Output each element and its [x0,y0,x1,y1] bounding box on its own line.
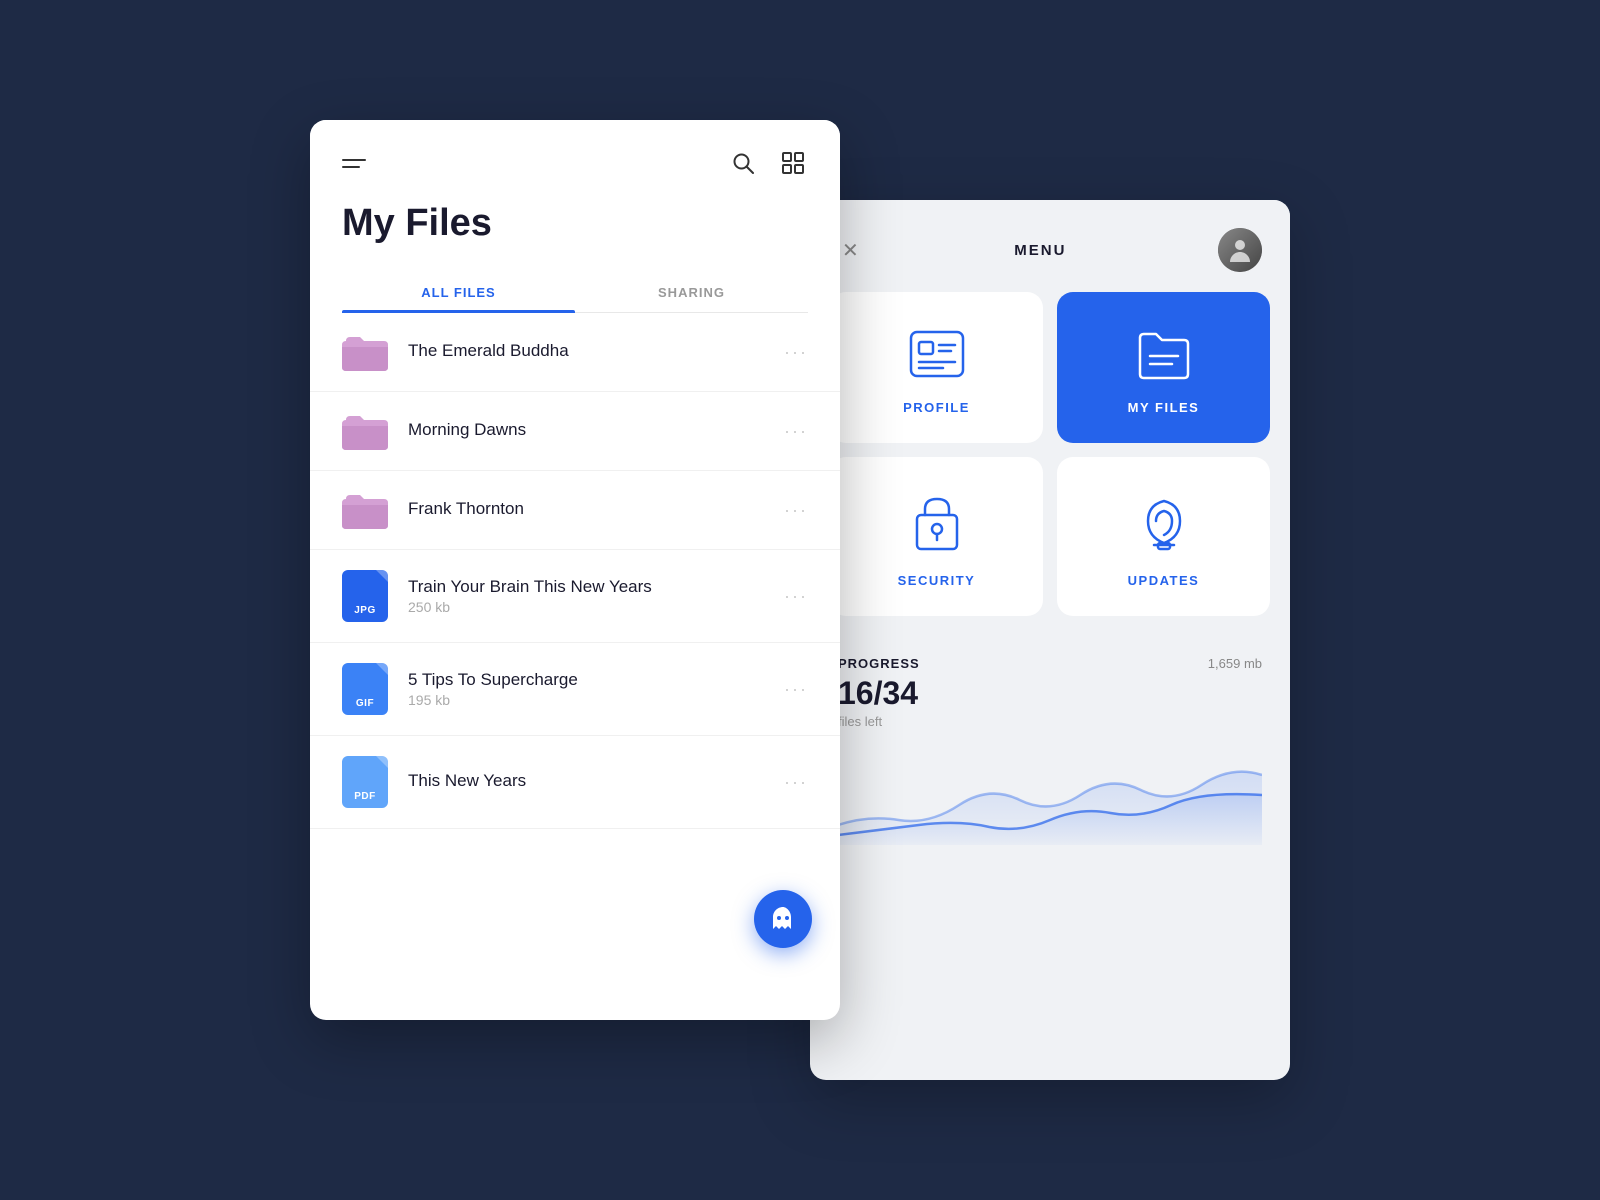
progress-count: 16/34 [838,675,1262,712]
menu-card-profile[interactable]: PROFILE [830,292,1043,443]
page-title: My Files [342,202,808,245]
tab-sharing[interactable]: SHARING [575,273,808,312]
file-info: 5 Tips To Supercharge 195 kb [408,670,784,708]
ghost-fab[interactable] [754,890,812,948]
file-badge-jpg: JPG [342,570,388,622]
list-item[interactable]: JPG Train Your Brain This New Years 250 … [310,550,840,643]
file-name: The Emerald Buddha [408,341,784,361]
file-size: 195 kb [408,692,784,708]
progress-sub: files left [838,714,1262,729]
badge-label: JPG [354,605,376,616]
folder-icon [342,333,388,371]
more-options[interactable]: ··· [784,679,808,700]
avatar-image [1226,236,1254,264]
search-button[interactable] [728,148,758,178]
more-options[interactable]: ··· [784,421,808,442]
progress-label: PROGRESS [838,656,920,671]
menu-grid: PROFILE MY FILES [810,292,1290,636]
list-item[interactable]: GIF 5 Tips To Supercharge 195 kb ··· [310,643,840,736]
chart-svg [838,745,1262,845]
file-name: This New Years [408,771,784,791]
tab-bar: ALL FILES SHARING [342,273,808,313]
file-info: Train Your Brain This New Years 250 kb [408,577,784,615]
myfiles-icon [1134,328,1194,380]
folder-icon [342,491,388,529]
profile-icon [907,328,967,380]
more-options[interactable]: ··· [784,500,808,521]
file-name: Frank Thornton [408,499,784,519]
menu-card-myfiles[interactable]: MY FILES [1057,292,1270,443]
more-options[interactable]: ··· [784,342,808,363]
menu-card-label: PROFILE [903,400,970,415]
badge-label: PDF [354,791,376,802]
menu-panel: ✕ MENU [810,200,1290,1080]
progress-chart [838,745,1262,845]
close-button[interactable]: ✕ [838,234,863,267]
file-info: Morning Dawns [408,420,784,442]
file-name: Train Your Brain This New Years [408,577,784,597]
progress-section: PROGRESS 1,659 mb 16/34 files left [810,636,1290,865]
menu-card-updates[interactable]: UPDATES [1057,457,1270,616]
file-info: Frank Thornton [408,499,784,521]
list-item[interactable]: The Emerald Buddha ··· [310,313,840,392]
list-item[interactable]: Frank Thornton ··· [310,471,840,550]
menu-card-security[interactable]: SECURITY [830,457,1043,616]
menu-header: ✕ MENU [810,200,1290,292]
file-info: This New Years [408,771,784,793]
file-size: 250 kb [408,599,784,615]
file-badge-pdf: PDF [342,756,388,808]
menu-card-label: MY FILES [1128,400,1200,415]
hamburger-menu[interactable] [342,159,366,168]
tab-all-files[interactable]: ALL FILES [342,273,575,312]
menu-card-label: SECURITY [898,573,976,588]
files-panel: My Files ALL FILES SHARING The Emerald B… [310,120,840,1020]
file-badge-gif: GIF [342,663,388,715]
list-item[interactable]: Morning Dawns ··· [310,392,840,471]
menu-title: MENU [1014,242,1066,259]
ghost-icon [769,905,797,933]
progress-size: 1,659 mb [1208,656,1262,671]
more-options[interactable]: ··· [784,586,808,607]
avatar [1218,228,1262,272]
file-name: Morning Dawns [408,420,784,440]
updates-icon [1136,493,1192,553]
file-name: 5 Tips To Supercharge [408,670,784,690]
files-list: The Emerald Buddha ··· Morning Dawns ··· [310,313,840,829]
list-item[interactable]: PDF This New Years ··· [310,736,840,829]
more-options[interactable]: ··· [784,772,808,793]
file-info: The Emerald Buddha [408,341,784,363]
security-icon [909,493,965,553]
grid-view-button[interactable] [778,148,808,178]
menu-card-label: UPDATES [1128,573,1200,588]
files-header: My Files ALL FILES SHARING [310,120,840,313]
folder-icon [342,412,388,450]
badge-label: GIF [356,698,374,709]
